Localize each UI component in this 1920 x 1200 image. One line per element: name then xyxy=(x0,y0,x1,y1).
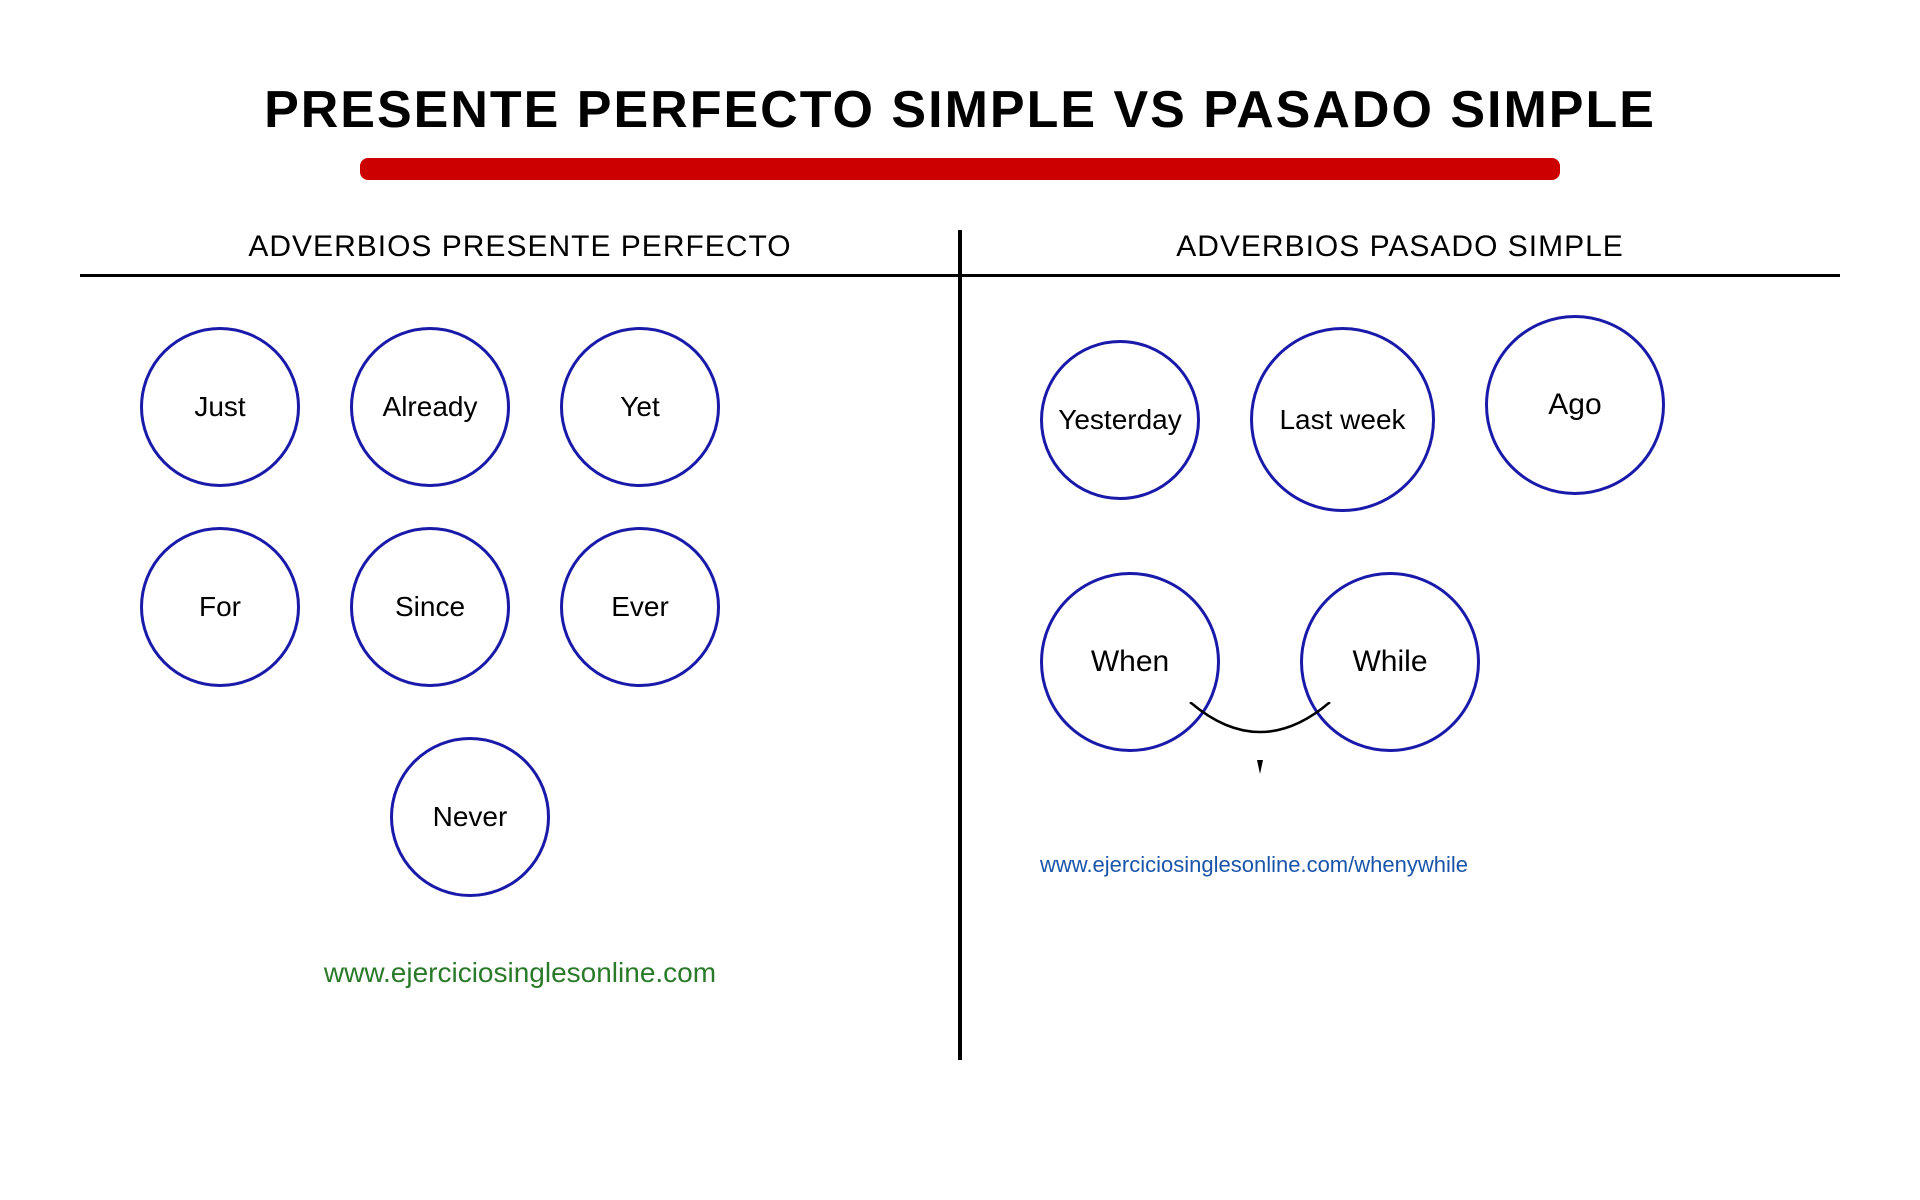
left-circles-grid: Just Already Yet For Since xyxy=(80,327,960,897)
when-while-connector xyxy=(1160,702,1360,782)
circle-never-label: Never xyxy=(433,801,508,833)
page-title: PRESENTE PERFECTO SIMPLE VS PASADO SIMPL… xyxy=(264,80,1656,140)
left-column-heading: ADVERBIOS PRESENTE PERFECTO xyxy=(248,230,791,264)
right-row-2: When While xyxy=(1040,572,1480,752)
circle-last-week-label: Last week xyxy=(1279,404,1405,436)
website-small-link: www.ejerciciosinglesonline.com/whenywhil… xyxy=(1040,852,1528,877)
circle-for: For xyxy=(140,527,300,687)
circle-for-label: For xyxy=(199,591,241,623)
right-column: ADVERBIOS PASADO SIMPLE Yesterday Last w… xyxy=(960,230,1840,989)
columns-wrapper: ADVERBIOS PRESENTE PERFECTO Just Already… xyxy=(80,230,1840,989)
circle-yesterday: Yesterday xyxy=(1040,340,1200,500)
circle-yet-label: Yet xyxy=(620,391,659,423)
vertical-divider xyxy=(958,230,962,1060)
circle-ago: Ago xyxy=(1485,315,1665,495)
circle-yet: Yet xyxy=(560,327,720,487)
circle-just: Just xyxy=(140,327,300,487)
red-decorative-bar xyxy=(360,158,1560,180)
circle-ago-label: Ago xyxy=(1548,388,1601,422)
circle-already-label: Already xyxy=(383,391,478,423)
circle-yesterday-label: Yesterday xyxy=(1058,404,1182,436)
circle-never: Never xyxy=(390,737,550,897)
circle-ever-label: Ever xyxy=(611,591,669,623)
circle-just-label: Just xyxy=(194,391,245,423)
circle-already: Already xyxy=(350,327,510,487)
left-column-underline xyxy=(80,274,960,277)
left-row-3: Never xyxy=(140,737,550,897)
circle-while-label: While xyxy=(1352,645,1427,679)
left-row-2: For Since Ever xyxy=(140,527,720,687)
right-column-underline xyxy=(960,274,1840,277)
circle-since: Since xyxy=(350,527,510,687)
page-container: PRESENTE PERFECTO SIMPLE VS PASADO SIMPL… xyxy=(0,0,1920,1200)
website-main-link: www.ejerciciosinglesonline.com xyxy=(324,957,716,988)
right-column-heading: ADVERBIOS PASADO SIMPLE xyxy=(1176,230,1624,264)
right-row-1: Yesterday Last week Ago xyxy=(1040,327,1665,512)
right-circles-grid: Yesterday Last week Ago When While xyxy=(960,327,1840,878)
circle-last-week: Last week xyxy=(1250,327,1435,512)
left-row-1: Just Already Yet xyxy=(140,327,720,487)
left-column: ADVERBIOS PRESENTE PERFECTO Just Already… xyxy=(80,230,960,989)
circle-when-label: When xyxy=(1091,645,1169,679)
circle-ever: Ever xyxy=(560,527,720,687)
circle-since-label: Since xyxy=(395,591,465,623)
